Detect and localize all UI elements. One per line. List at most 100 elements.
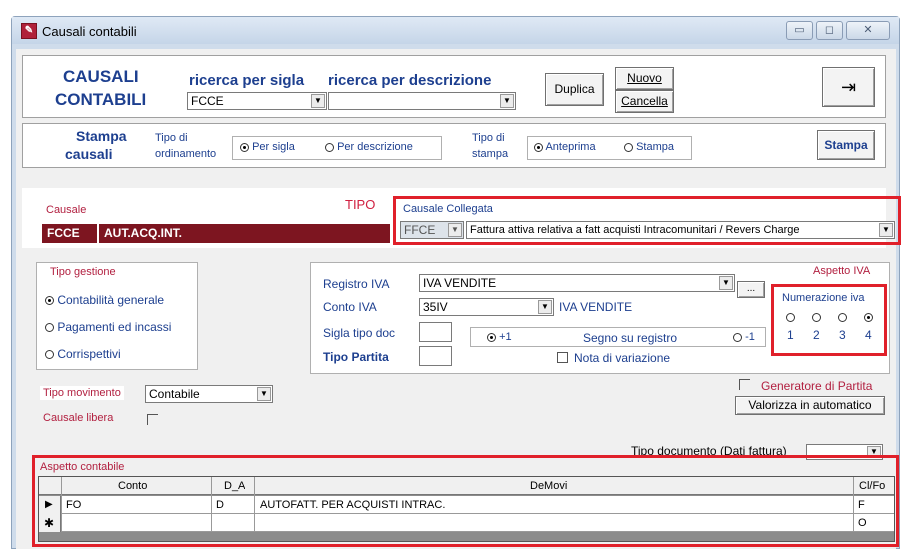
cell-clfo[interactable]: O <box>858 517 867 529</box>
search-sigla-combo[interactable]: FCCE ▼ <box>187 92 327 110</box>
chevron-down-icon[interactable]: ▼ <box>257 387 271 401</box>
cancella-button[interactable]: Cancella <box>615 90 674 113</box>
corrispettivi-label: Corrispettivi <box>57 347 121 361</box>
tipo-gestione-title: Tipo gestione <box>50 266 116 278</box>
page-title-line1: CAUSALI <box>63 67 139 86</box>
radio-icon <box>864 313 873 323</box>
ordinamento-label2: ordinamento <box>155 148 217 160</box>
app-icon: ✎ <box>21 23 37 39</box>
cell-da[interactable]: D <box>216 499 224 511</box>
close-button[interactable]: ✕ <box>846 21 890 40</box>
causale-desc-field[interactable]: AUT.ACQ.INT. <box>99 224 390 243</box>
tipo-partita-field[interactable] <box>419 346 452 366</box>
tipo-movimento-combo[interactable]: Contabile ▼ <box>145 385 273 403</box>
search-desc-label: ricerca per descrizione <box>328 72 492 89</box>
cell-conto[interactable]: FO <box>66 499 81 511</box>
table-row[interactable] <box>39 496 894 514</box>
tipo-stampa-label1: Tipo di <box>472 132 505 144</box>
chevron-down-icon[interactable]: ▼ <box>448 223 462 237</box>
window-title: Causali contabili <box>42 24 137 39</box>
minimize-button[interactable]: ▭ <box>786 21 813 40</box>
radio-anteprima[interactable]: Anteprima <box>534 141 596 153</box>
per-descrizione-label: Per descrizione <box>337 141 413 153</box>
radio-contabilita-generale[interactable]: Contabilità generale <box>45 293 164 307</box>
radio-num-4[interactable] <box>864 310 873 324</box>
radio-pagamenti-incassi[interactable]: Pagamenti ed incassi <box>45 320 171 334</box>
generatore-partita-label: Generatore di Partita <box>761 379 873 393</box>
registro-iva-combo[interactable]: IVA VENDITE ▼ <box>419 274 735 292</box>
collegata-desc-value: Fattura attiva relativa a fatt acquisti … <box>470 224 800 236</box>
radio-icon <box>786 313 795 323</box>
col-conto[interactable]: Conto <box>118 480 147 492</box>
causale-code-field[interactable]: FCCE <box>42 224 97 243</box>
col-clfo[interactable]: Cl/Fo <box>859 480 885 492</box>
exit-icon: ⇥ <box>840 77 857 97</box>
radio-icon <box>624 142 633 152</box>
collegata-code-value: FFCE <box>404 223 436 237</box>
num-label-2: 2 <box>813 328 820 342</box>
collegata-code-combo[interactable]: FFCE ▼ <box>400 221 464 239</box>
exit-button[interactable]: ⇥ <box>822 67 875 107</box>
aspetto-iva-label: Aspetto IVA <box>813 265 871 277</box>
nuovo-button[interactable]: Nuovo <box>615 67 674 90</box>
grid-line <box>61 477 62 532</box>
radio-icon <box>733 332 742 342</box>
grid-header <box>39 477 894 495</box>
radio-minus1[interactable]: -1 <box>733 331 755 343</box>
conto-iva-label: Conto IVA <box>323 300 377 314</box>
pagamenti-label: Pagamenti ed incassi <box>57 320 172 334</box>
radio-per-descrizione[interactable]: Per descrizione <box>325 141 413 153</box>
tipo-movimento-label: Tipo movimento <box>40 386 124 400</box>
chevron-down-icon[interactable]: ▼ <box>719 276 733 290</box>
per-sigla-label: Per sigla <box>252 141 295 153</box>
maximize-button[interactable]: ◻ <box>816 21 843 40</box>
cell-clfo[interactable]: F <box>858 499 865 511</box>
search-desc-combo[interactable]: ▼ <box>328 92 516 110</box>
num-label-1: 1 <box>787 328 794 342</box>
radio-plus1[interactable]: +1 <box>487 331 512 343</box>
conto-iva-combo[interactable]: 35IV ▼ <box>419 298 554 316</box>
registro-browse-button[interactable]: ... <box>737 281 765 298</box>
chevron-down-icon[interactable]: ▼ <box>311 94 325 108</box>
stampa-opt-label: Stampa <box>636 141 674 153</box>
num-label-4: 4 <box>865 328 872 342</box>
col-da[interactable]: D_A <box>224 480 245 492</box>
chevron-down-icon[interactable]: ▼ <box>538 300 552 314</box>
registro-iva-value: IVA VENDITE <box>423 276 497 290</box>
sigla-tipo-doc-field[interactable] <box>419 322 452 342</box>
nota-variazione-label: Nota di variazione <box>574 351 671 365</box>
search-sigla-label: ricerca per sigla <box>189 72 305 89</box>
stampa-panel <box>22 123 886 168</box>
causale-collegata-label: Causale Collegata <box>403 203 493 215</box>
tipo-partita-label: Tipo Partita <box>323 350 389 364</box>
num-label-3: 3 <box>839 328 846 342</box>
valorizza-button[interactable]: Valorizza in automatico <box>735 396 885 415</box>
plus1-label: +1 <box>499 331 512 343</box>
search-sigla-value: FCCE <box>191 94 224 108</box>
radio-icon <box>325 142 334 152</box>
collegata-desc-combo[interactable]: Fattura attiva relativa a fatt acquisti … <box>466 221 895 239</box>
stampa-title-line2: causali <box>65 146 113 162</box>
sigla-tipo-doc-label: Sigla tipo doc <box>323 326 396 340</box>
chevron-down-icon[interactable]: ▼ <box>879 223 893 237</box>
nota-variazione-checkbox[interactable] <box>557 352 568 363</box>
contabilita-label: Contabilità generale <box>57 293 165 307</box>
radio-corrispettivi[interactable]: Corrispettivi <box>45 347 121 361</box>
radio-icon <box>487 332 496 342</box>
radio-per-sigla[interactable]: Per sigla <box>240 141 295 153</box>
radio-icon <box>45 296 54 306</box>
chevron-down-icon[interactable]: ▼ <box>500 94 514 108</box>
radio-stampa[interactable]: Stampa <box>624 141 674 153</box>
causale-libera-checkbox[interactable] <box>147 414 158 425</box>
radio-num-3[interactable] <box>838 310 847 324</box>
table-row[interactable] <box>39 514 894 532</box>
radio-num-1[interactable] <box>786 310 795 324</box>
stampa-button[interactable]: Stampa <box>817 130 875 160</box>
radio-icon <box>45 350 54 360</box>
duplica-button[interactable]: Duplica <box>545 73 604 106</box>
col-demovi[interactable]: DeMovi <box>530 480 567 492</box>
current-row-icon: ▶ <box>45 499 53 510</box>
radio-num-2[interactable] <box>812 310 821 324</box>
cell-demovi[interactable]: AUTOFATT. PER ACQUISTI INTRAC. <box>260 499 445 511</box>
generatore-partita-checkbox[interactable] <box>739 379 750 390</box>
